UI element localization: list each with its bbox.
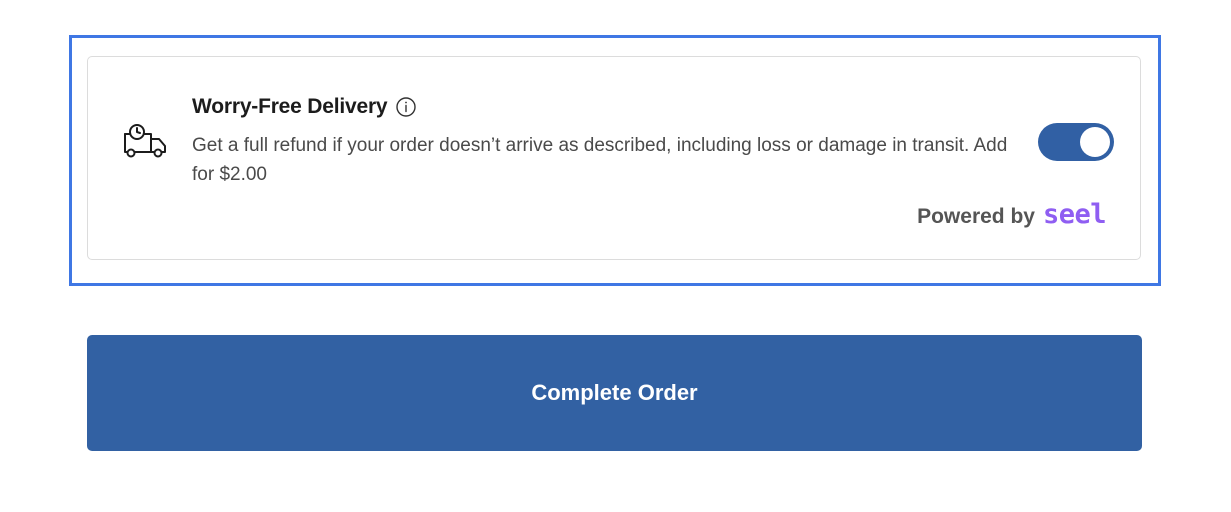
complete-order-button[interactable]: Complete Order	[87, 335, 1142, 451]
powered-by-label: Powered by	[917, 205, 1035, 228]
toggle-knob	[1080, 127, 1110, 157]
title-row: Worry-Free Delivery	[192, 95, 417, 119]
powered-by: Powered by seel	[917, 199, 1106, 230]
seel-logo: seel	[1042, 199, 1107, 230]
card-title: Worry-Free Delivery	[192, 95, 388, 118]
worry-free-delivery-card: Worry-Free Delivery Get a full refund if…	[87, 56, 1141, 260]
info-icon[interactable]	[395, 96, 417, 118]
card-description: Get a full refund if your order doesn’t …	[192, 135, 1008, 185]
checkout-page: Worry-Free Delivery Get a full refund if…	[0, 0, 1231, 512]
truck-clock-icon	[122, 122, 172, 162]
protection-toggle[interactable]	[1038, 123, 1114, 161]
